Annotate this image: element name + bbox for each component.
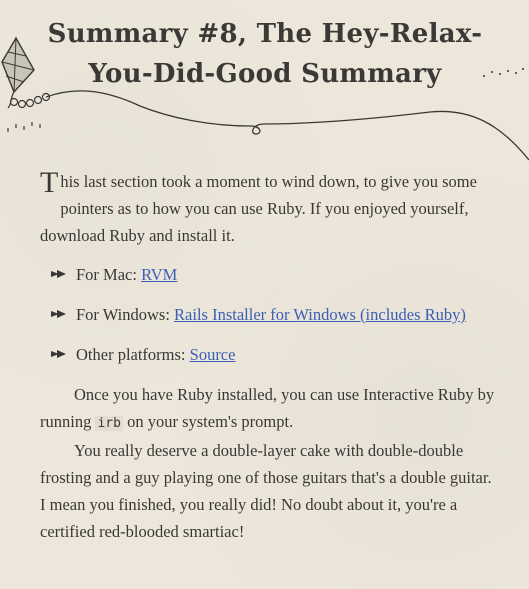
page-title: Summary #8, The Hey-Relax- You-Did-Good … [40,14,490,94]
irb-paragraph: Once you have Ruby installed, you can us… [40,381,500,437]
platform-label: Other platforms: [76,345,190,364]
irb-code: irb [95,416,123,431]
list-item-other: Other platforms: Source [40,341,500,368]
kite-string-icon [45,90,529,161]
intro-paragraph: This last section took a moment to wind … [40,168,500,249]
irb-text-after: on your system's prompt. [122,412,294,431]
list-item-mac: For Mac: RVM [40,261,500,288]
title-line-2: You-Did-Good Summary [88,59,442,89]
title-line-1: Summary #8, The Hey-Relax- [47,19,483,49]
platform-label: For Mac: [76,265,142,284]
intro-text: his last section took a moment to wind d… [40,172,477,245]
platform-label: For Windows: [76,305,175,324]
source-link[interactable]: Source [190,345,236,364]
platform-list: For Mac: RVM For Windows: Rails Installe… [40,261,500,368]
rails-installer-link[interactable]: Rails Installer for Windows (includes Ru… [174,305,466,324]
bullet-arrow-icon [51,350,66,358]
congrats-paragraph: You really deserve a double-layer cake w… [40,441,492,541]
rvm-link[interactable]: RVM [141,265,177,284]
bullet-arrow-icon [51,270,66,278]
list-item-windows: For Windows: Rails Installer for Windows… [40,301,500,328]
summary-content: This last section took a moment to wind … [40,168,500,545]
bullet-arrow-icon [51,310,66,318]
dropcap-letter: T [40,166,59,199]
